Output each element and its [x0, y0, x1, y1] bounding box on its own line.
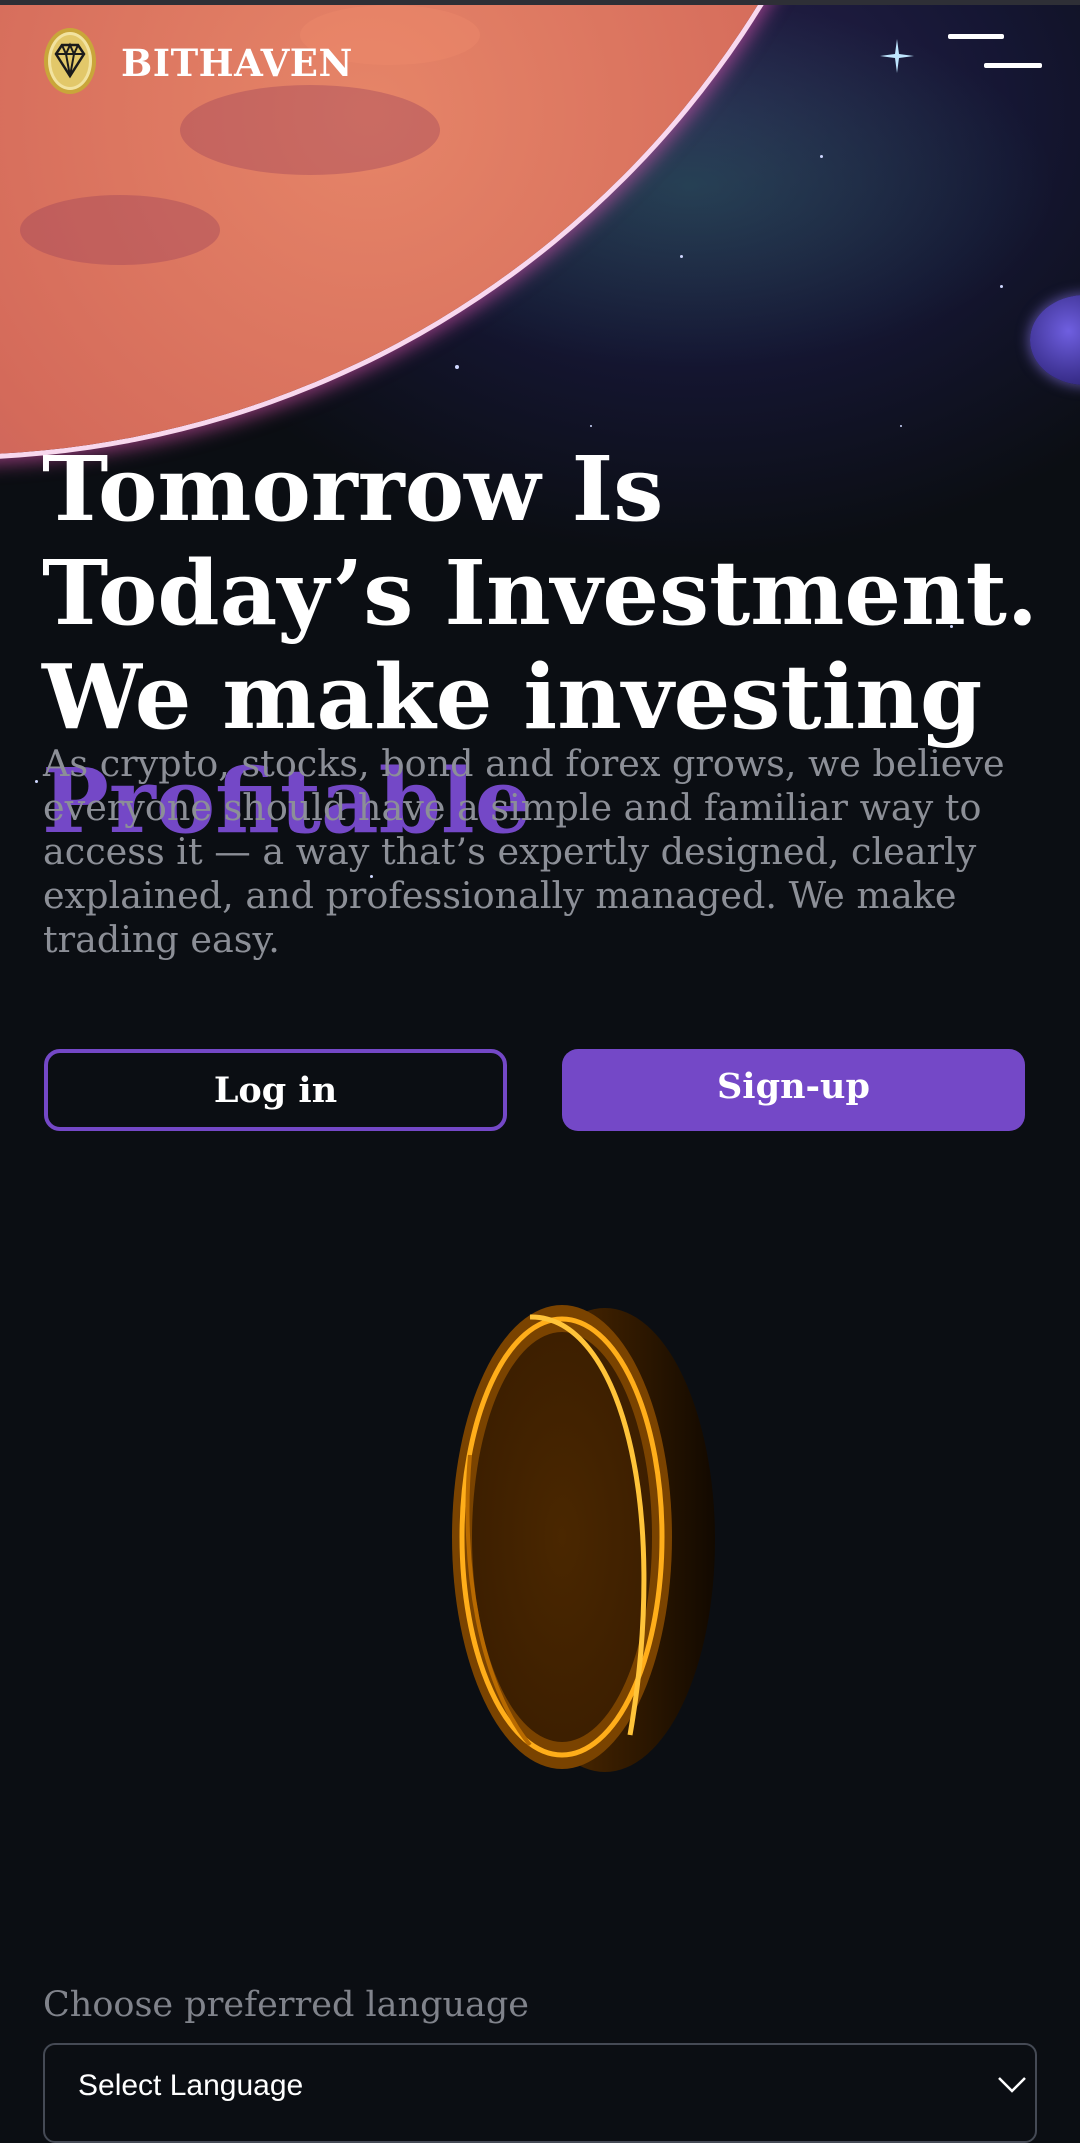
- sparkle-icon: [880, 39, 914, 73]
- moon-illustration: [1030, 295, 1080, 385]
- hamburger-menu-icon[interactable]: [948, 34, 1042, 74]
- brand-name[interactable]: BITHAVEN: [121, 41, 353, 85]
- language-label: Choose preferred language: [43, 1985, 530, 2025]
- headline-text: Tomorrow Is Today’s Investment. We make …: [42, 436, 1038, 749]
- hero-subtext: As crypto, stocks, bond and forex grows,…: [43, 742, 1005, 961]
- login-button[interactable]: Log in: [44, 1049, 507, 1131]
- language-select[interactable]: Select Language: [43, 2043, 1037, 2143]
- chevron-down-icon: [998, 2077, 1026, 2093]
- signup-button[interactable]: Sign-up: [562, 1049, 1025, 1131]
- diamond-coin-icon: [44, 28, 96, 94]
- language-select-value: Select Language: [78, 2069, 304, 2102]
- gold-coin-icon: [452, 1305, 715, 1772]
